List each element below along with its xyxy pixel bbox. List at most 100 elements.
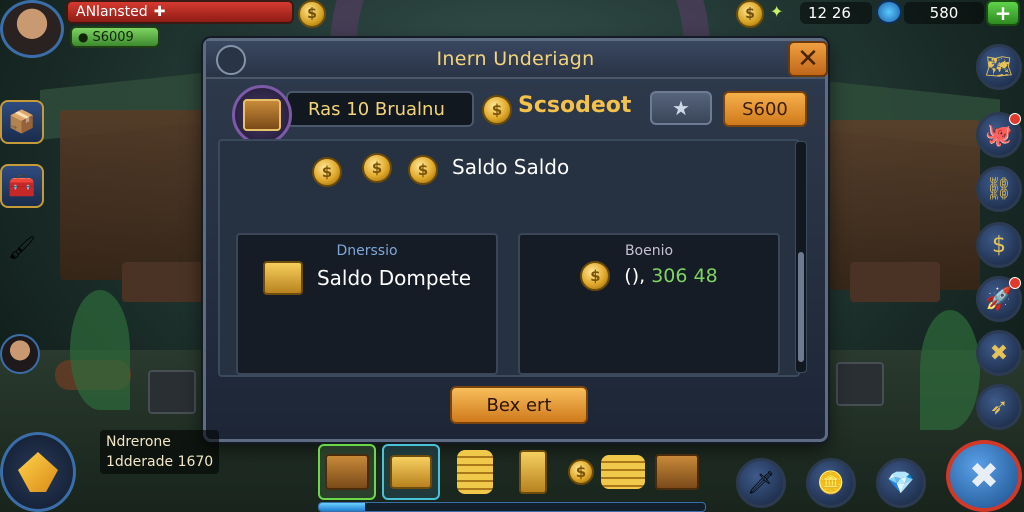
add-gems-button[interactable]: + <box>986 0 1020 26</box>
arrow-icon: ➶ <box>989 394 1009 420</box>
crate-right <box>836 362 884 406</box>
amount-value: 306 48 <box>651 265 718 287</box>
left-panel: Dnerssio Saldo Dompete <box>236 233 498 375</box>
creature-icon: 🐙 <box>985 122 1013 148</box>
star-icon: ★ <box>672 96 690 120</box>
map-icon: 🗺 <box>985 54 1013 80</box>
saldo-text: Saldo Saldo <box>452 155 570 179</box>
dialog-content: $ $ $ Saldo Saldo Dnerssio Saldo Dompete… <box>218 139 800 377</box>
player-name-bar[interactable]: ANlansted ✚ <box>66 0 294 24</box>
gem-count: 580 <box>929 4 959 22</box>
inventory-slot-chest[interactable] <box>318 444 376 500</box>
coin-icon: ● <box>78 30 89 44</box>
bench-right <box>850 262 940 302</box>
rocket-icon: 🚀 <box>985 286 1013 312</box>
player-money: S6009 <box>92 29 134 45</box>
fern-right <box>920 310 980 430</box>
offer-row: Ras 10 Brualnu $ Scsodeot ★ S600 <box>206 81 825 145</box>
inventory-progress-bar <box>318 502 706 512</box>
bench-left <box>122 262 212 302</box>
exit-label: Bex ert <box>486 394 552 416</box>
chest-button[interactable]: 🧰 <box>0 164 44 208</box>
coin-icon: $ <box>312 157 342 187</box>
scrollbar[interactable] <box>795 141 807 373</box>
coin-icon[interactable]: $ <box>736 0 764 28</box>
player-info-line2: 1dderade 1670 <box>106 454 214 470</box>
buy-price-button[interactable]: S600 <box>723 91 807 127</box>
coin-icon[interactable]: $ <box>298 0 326 28</box>
favorite-button[interactable]: ★ <box>650 91 712 125</box>
friend-avatar[interactable] <box>0 334 40 374</box>
quest-book-button[interactable]: 📦 <box>0 100 44 144</box>
green-gem-icon: 💎 <box>887 470 915 496</box>
craft-button[interactable]: 🗡 <box>736 458 786 508</box>
plus-icon[interactable]: ✚ <box>154 4 166 20</box>
balance-amount: (), 306 48 <box>624 265 717 287</box>
map-button[interactable]: 🗺 <box>976 44 1022 90</box>
gold-box-icon <box>390 455 432 489</box>
close-button[interactable]: ✕ <box>788 41 828 77</box>
inventory-slot-coin-pile[interactable] <box>594 444 652 500</box>
dialog-title: Inern Underiagn <box>436 48 595 70</box>
progress-fill <box>319 503 366 511</box>
settings-button[interactable]: ✖ <box>976 330 1022 376</box>
notification-dot <box>1009 113 1021 125</box>
offer-name-box: Ras 10 Brualnu <box>286 91 474 127</box>
battle-button[interactable]: ✖ <box>946 440 1022 512</box>
exit-button[interactable]: Bex ert <box>450 386 588 424</box>
close-icon: ✕ <box>797 44 819 74</box>
arrow-up-icon: 🗡 <box>747 470 775 496</box>
offer-name: Ras 10 Brualnu <box>308 98 445 120</box>
gold-box-icon <box>262 261 303 295</box>
chest-icon <box>325 454 369 490</box>
right-panel: Boenio $ (), 306 48 <box>518 233 780 375</box>
chest-icon <box>243 99 281 131</box>
paint-button[interactable]: 🖌 <box>0 226 44 270</box>
crate-left <box>148 370 196 414</box>
crossed-swords-icon: ✖ <box>968 455 1000 497</box>
inventory-slot-gold-box[interactable] <box>382 444 440 500</box>
hut-left <box>60 110 210 280</box>
price-label: S600 <box>742 98 788 120</box>
brush-icon: 🖌 <box>8 235 36 261</box>
emblem-icon <box>216 45 246 75</box>
dialog-title-bar: Inern Underiagn <box>206 41 825 79</box>
exchange-dialog: Inern Underiagn ✕ Ras 10 Brualnu $ Scsod… <box>203 38 828 442</box>
gold-bar-icon <box>519 450 547 494</box>
offer-chest-icon <box>232 85 292 145</box>
left-panel-main: Saldo Dompete <box>238 261 496 295</box>
scroll-thumb[interactable] <box>798 252 804 362</box>
notification-dot <box>1009 277 1021 289</box>
gem-counter: 580 <box>904 2 984 24</box>
gem-shop-button[interactable]: 💎 <box>876 458 926 508</box>
gold-button[interactable]: 🪙 <box>806 458 856 508</box>
money-bar: ● S6009 <box>70 26 160 48</box>
inventory-slot-chest-2[interactable] <box>648 444 706 500</box>
coin-stack-icon <box>457 450 493 494</box>
left-panel-text: Saldo Dompete <box>316 266 472 290</box>
fern-left <box>70 290 130 410</box>
offer-label: Scsodeot <box>518 93 632 118</box>
resource-count: 12 26 <box>808 4 851 22</box>
inventory-slot-coin-stack[interactable] <box>446 444 504 500</box>
player-info: Ndrerone 1dderade 1670 <box>100 430 220 474</box>
rocket-button[interactable]: 🚀 <box>976 276 1022 322</box>
hero-portrait[interactable] <box>0 432 76 512</box>
link-button[interactable]: ⛓ <box>976 166 1022 212</box>
coins-icon: 🪙 <box>817 470 845 496</box>
book-icon: 📦 <box>8 109 36 135</box>
coin-icon: $ <box>482 95 512 125</box>
right-panel-label: Boenio <box>624 243 674 259</box>
gem-icon[interactable] <box>876 0 902 24</box>
arrow-button[interactable]: ➶ <box>976 384 1022 430</box>
coin-pile-icon <box>601 455 645 489</box>
creature-button[interactable]: 🐙 <box>976 112 1022 158</box>
player-avatar[interactable] <box>0 0 64 58</box>
chain-icon: ⛓ <box>985 176 1013 202</box>
shop-button[interactable]: $ <box>976 222 1022 268</box>
chest-icon: 🧰 <box>8 173 36 199</box>
coin-icon: $ <box>362 153 392 183</box>
coin-icon: $ <box>992 232 1006 258</box>
bird-icon <box>18 452 58 492</box>
chest-icon <box>655 454 699 490</box>
